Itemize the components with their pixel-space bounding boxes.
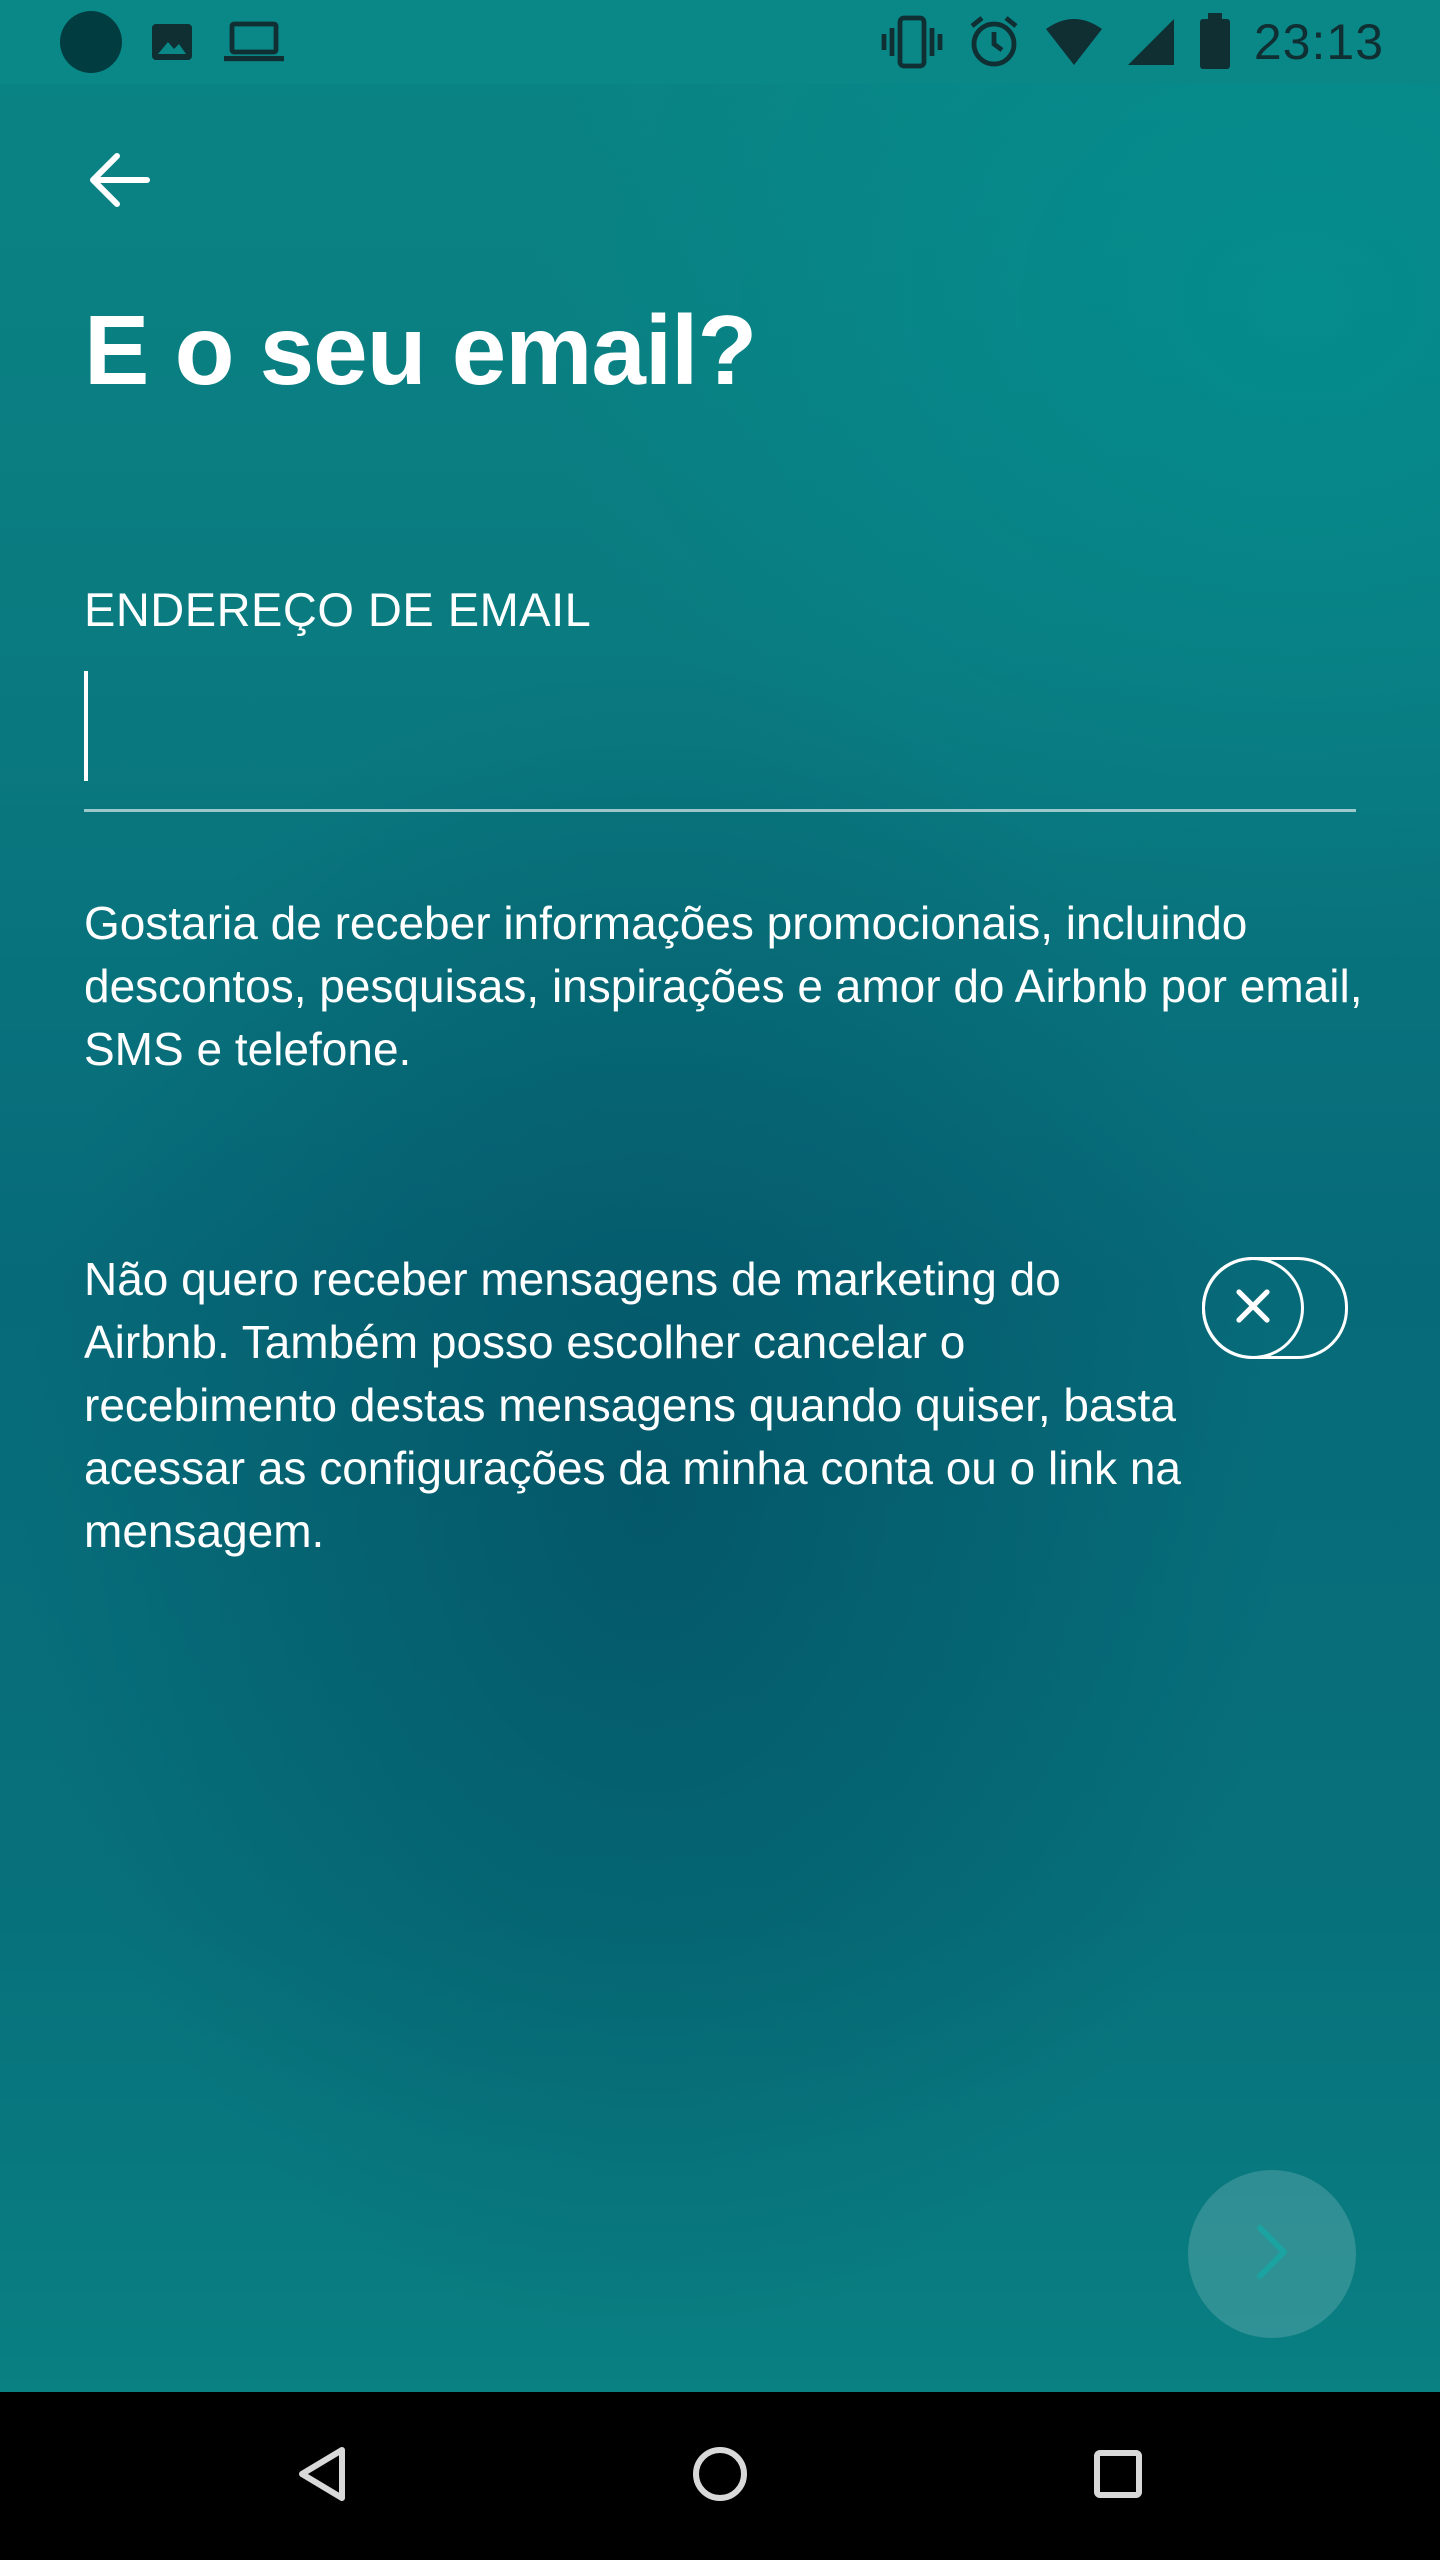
nav-back-button[interactable] (272, 2426, 372, 2526)
email-input[interactable] (84, 665, 1356, 785)
navigation-bar (0, 2392, 1440, 2560)
back-button[interactable] (84, 150, 154, 214)
status-bar: 23:13 (0, 0, 1440, 84)
image-icon (148, 18, 196, 66)
laptop-icon (222, 18, 286, 66)
battery-icon (1198, 13, 1232, 71)
close-icon (1233, 1286, 1273, 1330)
nav-recents-button[interactable] (1068, 2426, 1168, 2526)
signal-icon (1126, 17, 1176, 67)
marketing-optout-toggle[interactable] (1202, 1257, 1348, 1359)
page-title: E o seu email? (84, 295, 757, 405)
text-caret (84, 671, 88, 781)
vibrate-icon (880, 14, 944, 70)
status-time: 23:13 (1253, 14, 1384, 70)
wifi-icon (1044, 17, 1104, 67)
alarm-icon (966, 14, 1022, 70)
status-bar-right: 23:13 (880, 12, 1384, 72)
status-bar-left (60, 11, 286, 73)
notification-dot-icon (60, 11, 122, 73)
promo-info-text: Gostaria de receber informações promocio… (84, 897, 1363, 1075)
recents-square-icon (1091, 2447, 1145, 2505)
next-button[interactable] (1188, 2170, 1356, 2338)
toggle-knob (1202, 1257, 1304, 1359)
email-field[interactable] (84, 665, 1356, 812)
nav-home-button[interactable] (670, 2426, 770, 2526)
chevron-right-icon (1248, 2222, 1296, 2286)
home-circle-icon (690, 2444, 750, 2508)
email-field-label: ENDEREÇO DE EMAIL (84, 583, 592, 636)
back-triangle-icon (294, 2444, 350, 2508)
marketing-optout-text: Não quero receber mensagens de marketing… (84, 1253, 1181, 1557)
arrow-left-icon (87, 150, 151, 214)
